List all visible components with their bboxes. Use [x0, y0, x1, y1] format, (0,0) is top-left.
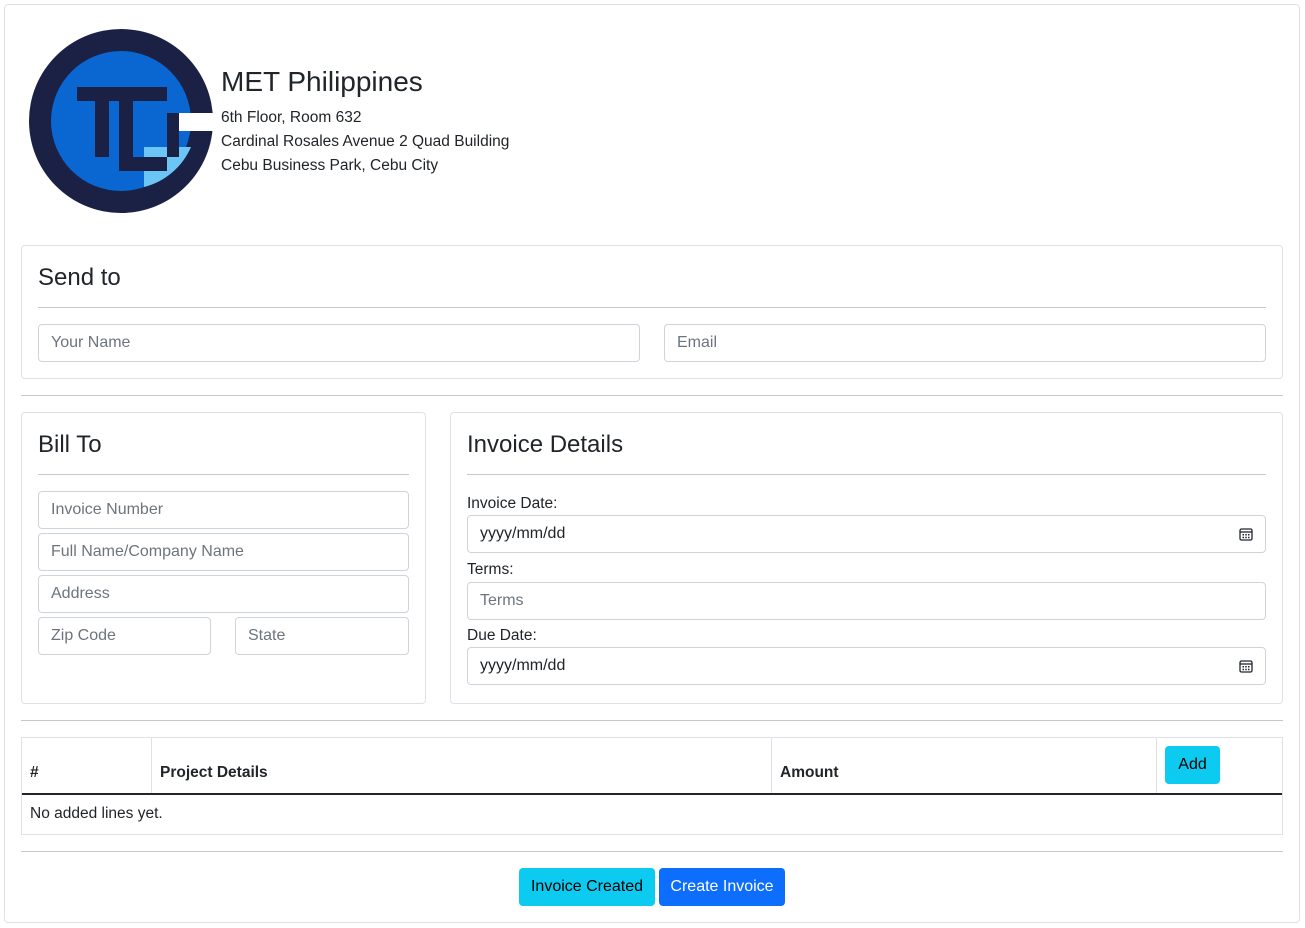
divider — [38, 307, 1266, 308]
calendar-icon[interactable] — [1239, 527, 1253, 541]
address-input[interactable] — [38, 575, 409, 613]
invoice-date-value: yyyy/mm/dd — [480, 525, 566, 542]
terms-label: Terms: — [467, 561, 514, 578]
due-date-label: Due Date: — [467, 627, 537, 644]
column-header-project-details: Project Details — [152, 738, 772, 793]
column-header-amount: Amount — [772, 738, 1157, 793]
due-date-value: yyyy/mm/dd — [480, 657, 566, 674]
zip-code-input[interactable] — [38, 617, 211, 655]
invoice-details-title: Invoice Details — [467, 431, 624, 458]
divider — [467, 474, 1266, 475]
empty-table-message: No added lines yet. — [30, 805, 163, 822]
column-header-number: # — [22, 738, 152, 793]
full-name-input[interactable] — [38, 533, 409, 571]
send-to-title: Send to — [38, 264, 121, 291]
divider — [38, 474, 409, 475]
send-to-card: Send to — [21, 245, 1283, 379]
invoice-date-label: Invoice Date: — [467, 495, 558, 512]
invoice-details-card: Invoice Details Invoice Date: yyyy/mm/dd… — [450, 412, 1283, 704]
section-divider — [21, 851, 1283, 852]
address-line-2: Cardinal Rosales Avenue 2 Quad Building — [221, 133, 510, 150]
invoice-number-input[interactable] — [38, 491, 409, 529]
invoice-created-button[interactable]: Invoice Created — [519, 868, 655, 906]
calendar-icon[interactable] — [1239, 659, 1253, 673]
email-input[interactable] — [664, 324, 1266, 362]
section-divider — [21, 395, 1283, 396]
company-logo — [29, 29, 213, 213]
add-line-button[interactable]: Add — [1165, 746, 1220, 784]
bill-to-title: Bill To — [38, 431, 102, 458]
create-invoice-button[interactable]: Create Invoice — [659, 868, 785, 906]
invoice-date-input[interactable]: yyyy/mm/dd — [467, 515, 1266, 553]
company-name: MET Philippines — [221, 66, 423, 97]
section-divider — [21, 720, 1283, 721]
state-input[interactable] — [235, 617, 409, 655]
line-items-table: # Project Details Amount Add No added li… — [21, 737, 1283, 835]
due-date-input[interactable]: yyyy/mm/dd — [467, 647, 1266, 685]
your-name-input[interactable] — [38, 324, 640, 362]
terms-input[interactable] — [467, 582, 1266, 620]
address-line-3: Cebu Business Park, Cebu City — [221, 157, 439, 174]
address-line-1: 6th Floor, Room 632 — [221, 109, 362, 126]
table-header-divider — [22, 793, 1282, 795]
bill-to-card: Bill To — [21, 412, 426, 704]
